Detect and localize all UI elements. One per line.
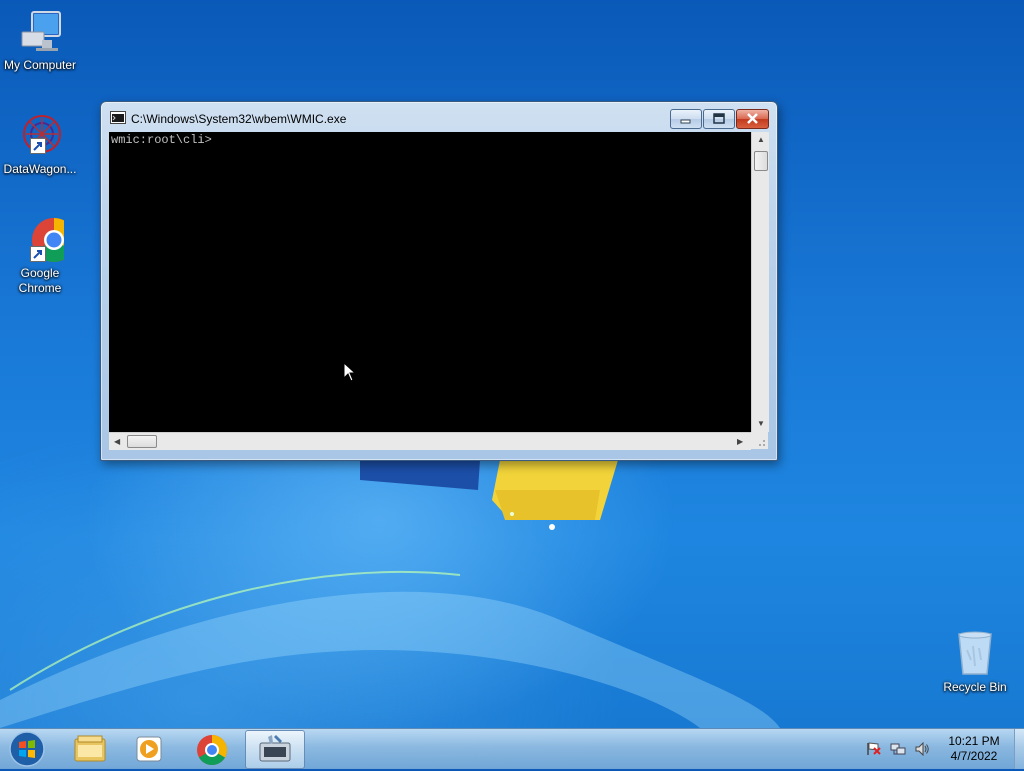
taskbar-item-media-player[interactable] <box>121 730 179 767</box>
shortcut-arrow-icon <box>30 138 46 154</box>
close-button[interactable] <box>736 109 769 129</box>
desktop: My Computer DataWagon... Google Chrome R… <box>0 0 1024 728</box>
scroll-left-icon[interactable]: ◀ <box>114 437 120 446</box>
taskbar-item-wmic[interactable] <box>245 730 305 769</box>
scroll-up-icon[interactable]: ▲ <box>757 135 765 144</box>
clock-time: 10:21 PM <box>948 734 1000 748</box>
system-clock[interactable]: 10:21 PM 4/7/2022 <box>938 734 1010 764</box>
taskbar: 10:21 PM 4/7/2022 <box>0 728 1024 769</box>
minimize-icon <box>680 119 691 124</box>
shortcut-arrow-icon <box>30 246 46 262</box>
minimize-button[interactable] <box>670 109 702 129</box>
desktop-icon-label: Google Chrome <box>0 266 80 296</box>
maximize-icon <box>713 113 725 124</box>
chrome-icon <box>197 735 228 766</box>
desktop-icon-datawagon[interactable]: DataWagon... <box>0 112 80 177</box>
wmic-window[interactable]: C:\Windows\System32\wbem\WMIC.exe wmic:r… <box>100 101 778 461</box>
vertical-scroll-thumb[interactable] <box>754 151 768 171</box>
resize-grip[interactable] <box>751 432 768 449</box>
horizontal-scroll-thumb[interactable] <box>127 435 157 448</box>
wmic-console-icon <box>259 735 291 762</box>
desktop-icon-my-computer[interactable]: My Computer <box>0 8 80 73</box>
start-button[interactable] <box>6 730 46 768</box>
taskbar-item-explorer[interactable] <box>60 730 118 767</box>
desktop-icon-google-chrome[interactable]: Google Chrome <box>0 216 80 296</box>
desktop-icon-label: DataWagon... <box>3 162 77 176</box>
windows-explorer-icon <box>74 735 106 762</box>
volume-icon[interactable] <box>914 741 930 757</box>
recycle-bin-icon <box>951 630 999 678</box>
chrome-icon <box>16 216 76 264</box>
scroll-down-icon[interactable]: ▼ <box>757 419 765 428</box>
console-output[interactable]: wmic:root\cli> <box>109 132 751 432</box>
console-icon <box>110 111 126 124</box>
desktop-icon-label-line2: Chrome <box>18 281 62 295</box>
resize-grip-icon <box>759 440 765 446</box>
show-desktop-button[interactable] <box>1014 729 1024 769</box>
vertical-scrollbar[interactable]: ▲ ▼ <box>751 132 769 432</box>
desktop-icon-recycle-bin[interactable]: Recycle Bin <box>935 630 1015 695</box>
datawagon-icon <box>16 112 64 160</box>
desktop-icon-label: Recycle Bin <box>943 680 1007 694</box>
console-prompt: wmic:root\cli> <box>111 133 212 147</box>
horizontal-scrollbar[interactable]: ◀ ▶ <box>109 432 751 450</box>
maximize-button[interactable] <box>703 109 735 129</box>
scroll-right-icon[interactable]: ▶ <box>737 437 743 446</box>
window-titlebar[interactable]: C:\Windows\System32\wbem\WMIC.exe <box>101 102 777 132</box>
clock-date: 4/7/2022 <box>950 749 998 763</box>
network-icon[interactable] <box>890 742 906 756</box>
media-player-icon <box>136 736 162 762</box>
desktop-icon-label: My Computer <box>3 58 77 72</box>
computer-icon <box>16 8 64 56</box>
windows-logo-icon <box>9 731 45 767</box>
close-icon <box>747 113 758 124</box>
action-center-flag-icon[interactable] <box>866 742 882 756</box>
mouse-cursor-icon <box>343 362 357 382</box>
taskbar-item-chrome[interactable] <box>183 730 241 767</box>
desktop-icon-label-line1: Google <box>20 266 60 280</box>
window-title: C:\Windows\System32\wbem\WMIC.exe <box>131 112 347 126</box>
